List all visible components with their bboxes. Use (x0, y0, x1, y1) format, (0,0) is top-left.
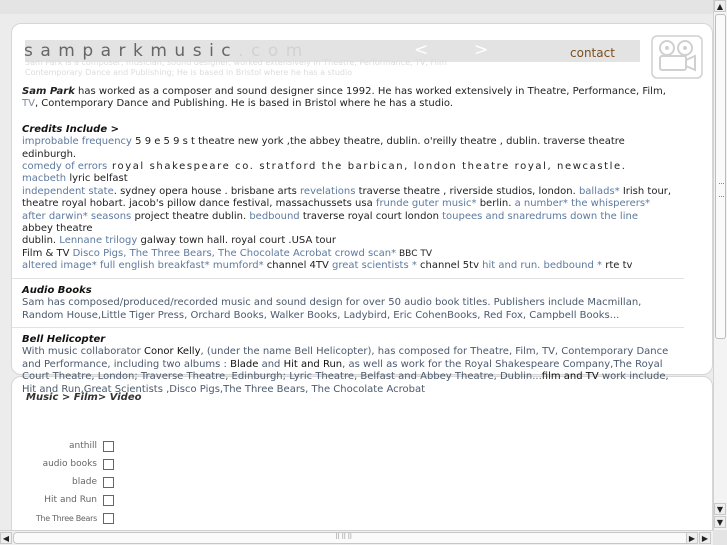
video-label: The Three Bears (35, 513, 97, 523)
audio-books-text: Sam has composed/produced/recorded music… (22, 297, 642, 321)
credit-text: lyric belfast (66, 173, 128, 185)
credit-link[interactable]: frunde guter music* (376, 198, 477, 209)
header-ghost-text: Contemporary Dance and Publishing; He is… (25, 68, 353, 77)
page: Sam Park is a composer, musician, sound … (0, 0, 713, 530)
video-checkbox[interactable] (103, 458, 114, 470)
scroll-up-button[interactable]: ▲ (714, 0, 726, 12)
scroll-left-button[interactable]: ◀ (0, 532, 12, 544)
credits-heading: Credits Include > (22, 123, 119, 135)
credits-line: improbable frequency 5 9 e 5 9 s t theat… (22, 136, 672, 161)
video-label: blade (72, 477, 97, 487)
credit-text: Film & TV (22, 247, 73, 259)
intro-tv: TV (22, 98, 35, 110)
credit-link[interactable]: macbeth (22, 173, 66, 184)
credit-link[interactable]: independent state (22, 186, 114, 197)
intro-text: , Contemporary Dance and Publishing. He … (34, 98, 453, 110)
video-label: audio books (42, 459, 97, 469)
credit-text: traverse theatre , riverside studios, lo… (355, 185, 579, 197)
credit-link[interactable]: Lennane trilogy (59, 235, 137, 246)
credit-text: galway town hall. royal court .USA tour (137, 235, 336, 247)
credit-text: . sydney opera house . brisbane arts (113, 185, 301, 197)
credit-link[interactable]: altered image* full english breakfast* m… (22, 260, 264, 271)
credit-text: abbey theatre (22, 223, 93, 235)
credits-line: dublin. Lennane trilogy galway town hall… (22, 235, 672, 247)
scroll-grip (719, 183, 724, 197)
credit-link[interactable]: bedbound (249, 211, 299, 222)
credit-text: project theatre dublin. (131, 210, 250, 222)
video-checkbox[interactable] (103, 440, 114, 452)
scroll-grip: ⠿⠿⠿ (335, 533, 354, 541)
credit-link[interactable]: ballads* (579, 186, 620, 197)
video-label: Hit and Run (44, 495, 97, 505)
credit-link[interactable]: toupees and snaredrums down the line (442, 211, 638, 222)
video-item[interactable]: anthill (69, 439, 114, 453)
music-section-title: Music > Film> Video (26, 392, 142, 403)
vertical-scrollbar[interactable]: ▲ ▼ ▼ (713, 0, 727, 530)
intro-name: Sam Park (22, 86, 75, 97)
credits-line: independent state. sydney opera house . … (22, 186, 672, 198)
credits-line: Film & TV Disco Pigs, The Three Bears, T… (22, 248, 672, 260)
credit-text: berlin. (476, 198, 515, 210)
bell-collaborator: Conor Kelly (143, 346, 201, 358)
divider (10, 326, 684, 328)
bell-film-tv: film and TV (541, 371, 599, 383)
credit-text: dublin. (22, 235, 60, 247)
bell-album: Blade (230, 358, 259, 370)
video-label: anthill (69, 441, 97, 451)
video-checkbox[interactable] (103, 512, 114, 524)
bell-text: and (258, 358, 284, 370)
credit-link[interactable]: hit and run. bedbound * (482, 260, 602, 271)
horizontal-scroll-thumb[interactable] (13, 532, 698, 544)
credits-line: after darwin* seasons project theatre du… (22, 211, 672, 236)
scroll-down-button[interactable]: ▼ (714, 503, 726, 515)
credits-line: theatre royal hobart. jacob's pillow dan… (22, 198, 672, 210)
bell-helicopter-text: With music collaborator Conor Kelly, (un… (22, 346, 672, 396)
intro-text: has worked as a composer and sound desig… (74, 86, 666, 97)
credit-text: rte tv (602, 260, 633, 272)
prev-arrow-button[interactable]: < (414, 40, 428, 60)
credits-line: altered image* full english breakfast* m… (22, 260, 672, 272)
bell-album: Hit and Run (283, 358, 343, 370)
scrollbar-corner (713, 530, 727, 545)
video-checkbox[interactable] (103, 476, 114, 488)
credit-link[interactable]: revelations (300, 186, 355, 197)
site-logo[interactable]: samparkmusic.com (24, 41, 310, 61)
credit-link[interactable]: great scientists * (332, 260, 417, 271)
credit-link[interactable]: comedy of errors (22, 161, 107, 172)
horizontal-scrollbar[interactable]: ◀ ⠿⠿⠿ ▶ ▶ (0, 530, 713, 545)
credit-text: royal shakespeare co. stratford the barb… (107, 161, 627, 173)
vertical-scroll-thumb[interactable] (715, 14, 726, 339)
content: Sam Park has worked as a composer and so… (10, 86, 684, 396)
credit-link[interactable]: a number* the whisperers* (515, 198, 650, 209)
logo-main: samparkmusic (24, 41, 239, 61)
video-item[interactable]: Hit and Run (44, 493, 114, 507)
next-arrow-button[interactable]: > (474, 40, 488, 60)
top-strip (0, 0, 713, 14)
credits-line: comedy of errors royal shakespeare co. s… (22, 161, 672, 186)
bell-text: With music collaborator (22, 346, 144, 358)
credit-text: Irish tour, (619, 185, 672, 197)
video-checkbox[interactable] (103, 494, 114, 506)
credit-link[interactable]: Disco Pigs, The Three Bears, The Chocola… (73, 248, 397, 259)
credit-text: BBC TV (396, 248, 432, 259)
credit-link[interactable]: after darwin* seasons (22, 211, 131, 222)
credit-text: traverse royal court london (299, 210, 443, 222)
scroll-down-button[interactable]: ▼ (714, 516, 726, 528)
scroll-right-button[interactable]: ▶ (699, 532, 711, 544)
audio-books-heading: Audio Books (22, 284, 92, 296)
credit-text: channel 4TV (263, 260, 333, 272)
film-camera-icon (651, 35, 703, 79)
video-item[interactable]: The Three Bears (36, 511, 114, 525)
contact-link[interactable]: contact (570, 46, 615, 60)
scroll-right-button[interactable]: ▶ (686, 532, 698, 544)
bell-helicopter-heading: Bell Helicopter (22, 333, 106, 345)
video-item[interactable]: audio books (43, 457, 114, 471)
intro-paragraph: Sam Park has worked as a composer and so… (22, 86, 672, 111)
video-item[interactable]: blade (72, 475, 114, 489)
credit-link[interactable]: improbable frequency (22, 136, 132, 147)
divider (10, 277, 684, 279)
credit-text: channel 5tv (416, 260, 483, 272)
credit-text: theatre royal hobart. jacob's pillow dan… (22, 198, 376, 210)
logo-suffix: .com (238, 41, 310, 61)
